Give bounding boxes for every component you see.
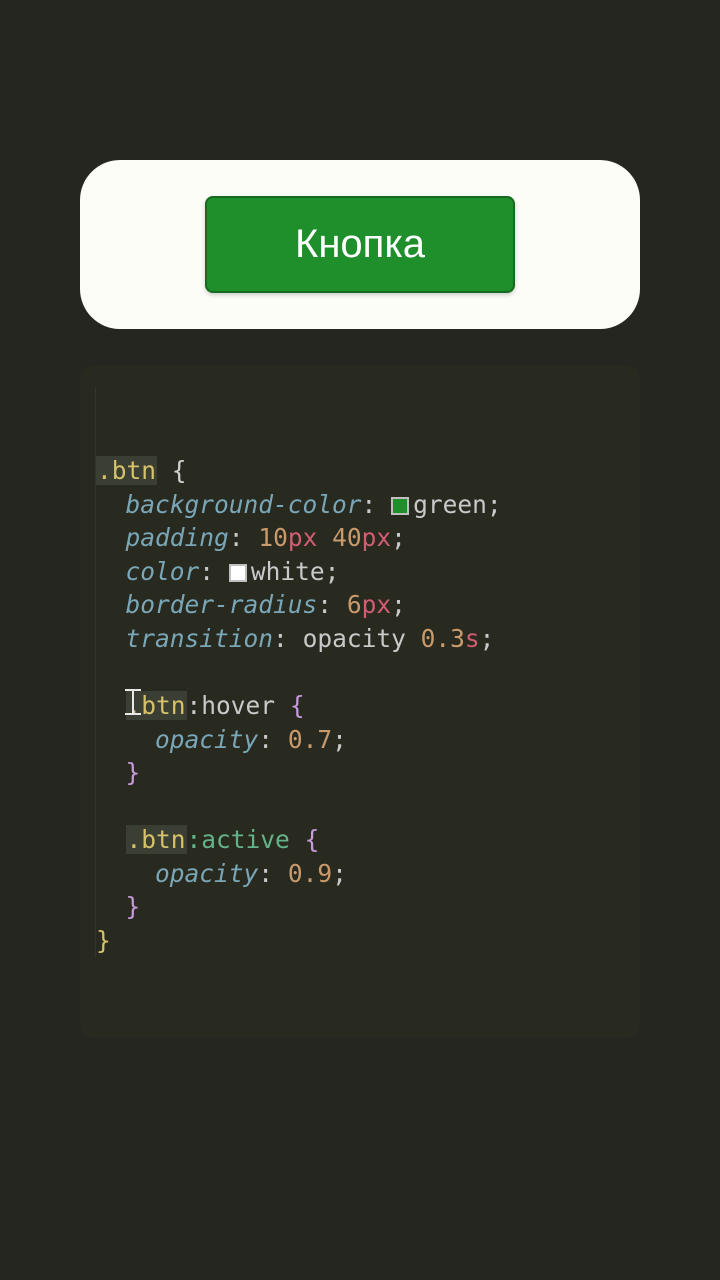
code-prop-padding: padding (126, 523, 229, 552)
code-num: 10 (258, 523, 288, 552)
code-selector-btn-active: .btn (126, 825, 187, 854)
color-swatch-white (229, 564, 247, 582)
code-prop-transition: transition (126, 624, 274, 653)
code-prop-color: color (126, 557, 200, 586)
code-value-opacity: opacity (303, 624, 406, 653)
code-num: 40 (332, 523, 362, 552)
code-editor[interactable]: .btn { background-color: green; padding:… (80, 365, 640, 1038)
code-value-green: green (413, 490, 487, 519)
editor-gutter-line (95, 387, 96, 958)
code-value-white: white (251, 557, 325, 586)
code-brace: { (157, 456, 187, 485)
code-unit: px (362, 590, 392, 619)
code-prop-opacity: opacity (155, 859, 258, 888)
code-unit: s (465, 624, 480, 653)
code-brace: } (126, 892, 141, 921)
code-num: 6 (347, 590, 362, 619)
preview-card: Кнопка (80, 160, 640, 329)
code-pseudo-hover: :hover (187, 691, 276, 720)
code-brace: { (305, 825, 320, 854)
code-prop-background-color: background-color (126, 490, 362, 519)
code-brace: { (290, 691, 305, 720)
code-pseudo-active: :active (187, 825, 290, 854)
code-brace: } (96, 926, 111, 955)
code-selector-btn-hover: .btn (126, 691, 187, 720)
code-unit: px (362, 523, 392, 552)
code-prop-opacity: opacity (155, 725, 258, 754)
demo-button[interactable]: Кнопка (205, 196, 515, 293)
code-selector-btn: .btn (96, 456, 157, 485)
code-num: 0.9 (288, 859, 332, 888)
code-num: 0.3 (421, 624, 465, 653)
color-swatch-green (391, 497, 409, 515)
code-num: 0.7 (288, 725, 332, 754)
code-unit: px (288, 523, 318, 552)
code-prop-border-radius: border-radius (126, 590, 318, 619)
code-brace: } (126, 758, 141, 787)
